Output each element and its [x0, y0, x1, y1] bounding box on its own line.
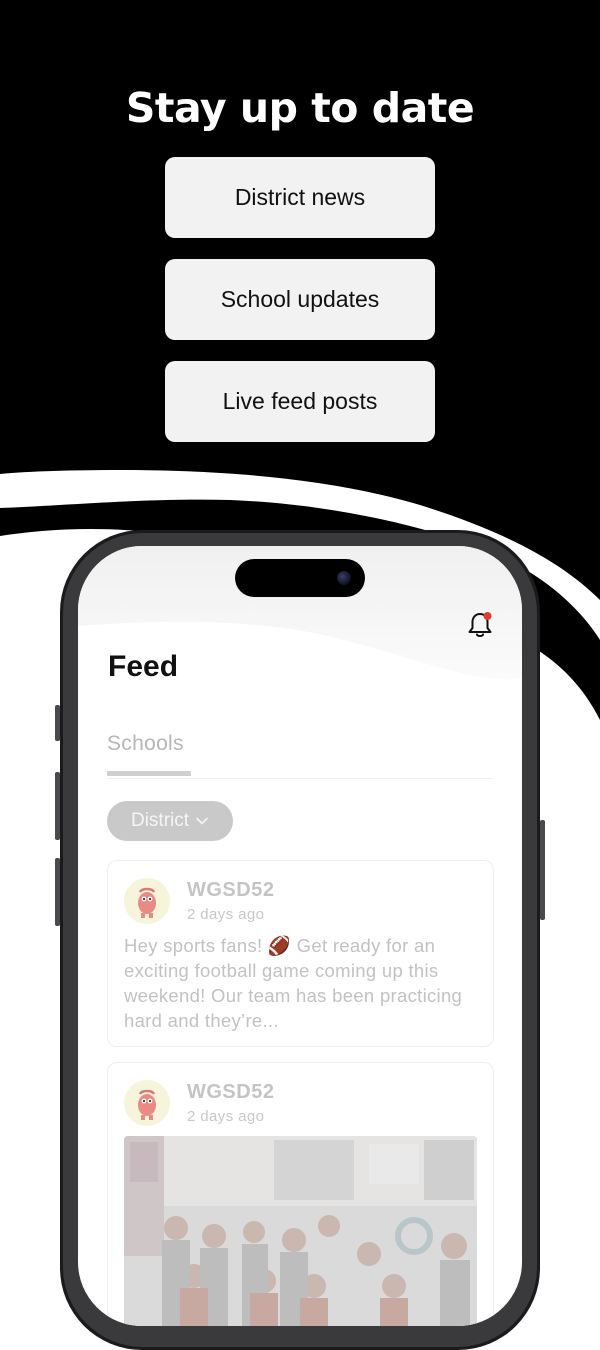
dynamic-island: [235, 559, 365, 597]
chevron-down-icon: [196, 817, 208, 825]
feature-district-news: District news: [165, 157, 435, 238]
notification-badge: [483, 612, 492, 620]
author-avatar: [124, 1080, 170, 1126]
phone-screen: Feed Schools District WGSD52 2 days ago …: [78, 546, 522, 1326]
tab-schools[interactable]: Schools: [107, 732, 184, 756]
post-body: Hey sports fans! 🏈 Get ready for an exci…: [124, 935, 463, 1031]
post-author: WGSD52: [187, 1081, 275, 1103]
post-card[interactable]: WGSD52 2 days ago Hey sports fans! 🏈 Get…: [107, 860, 494, 1047]
front-camera: [337, 571, 351, 585]
post-timestamp: 2 days ago: [187, 906, 265, 923]
page-title: Feed: [108, 650, 179, 683]
promo-headline: Stay up to date: [125, 84, 475, 132]
author-avatar: [124, 878, 170, 924]
bell-icon[interactable]: [466, 610, 494, 640]
feature-live-feed-posts: Live feed posts: [165, 361, 435, 442]
tab-divider: [107, 778, 493, 779]
feature-school-updates: School updates: [165, 259, 435, 340]
post-timestamp: 2 days ago: [187, 1108, 265, 1125]
post-author: WGSD52: [187, 879, 275, 901]
district-filter-button[interactable]: District: [107, 801, 233, 841]
district-filter-label: District: [130, 810, 190, 831]
phone-power-button: [540, 820, 545, 920]
tab-active-indicator: [107, 771, 191, 776]
post-card[interactable]: WGSD52 2 days ago: [107, 1062, 494, 1326]
